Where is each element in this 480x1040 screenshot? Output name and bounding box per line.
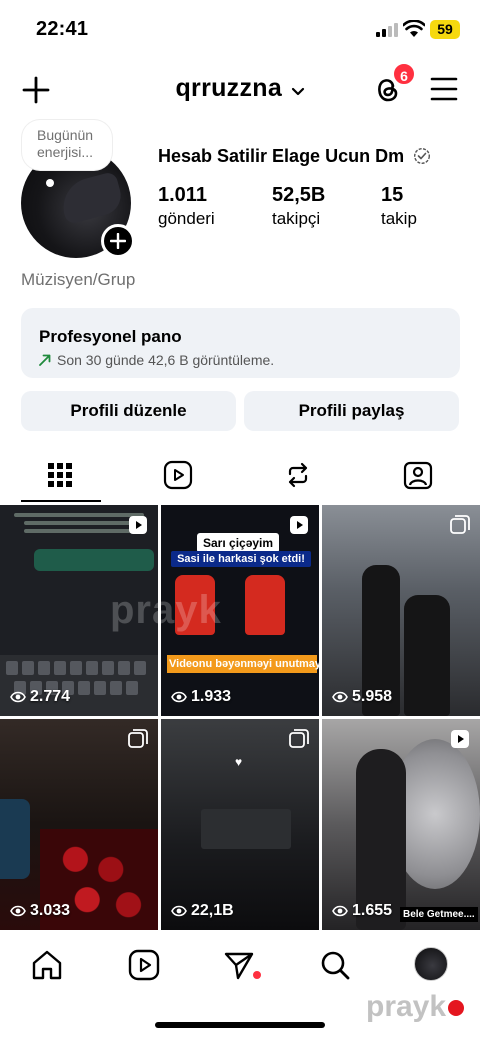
view-eye-icon — [332, 691, 348, 703]
views-count: 2.774 — [10, 688, 70, 706]
note-bubble-tail — [46, 179, 54, 187]
display-name-text: Hesab Satilir Elage Ucun Dm — [158, 146, 405, 166]
reels-icon[interactable] — [127, 948, 161, 982]
stage-chair — [245, 575, 285, 635]
verified-icon — [414, 147, 431, 165]
dashboard-subtitle: Son 30 günde 42,6 B görüntüleme. — [57, 352, 275, 368]
views-value: 1.655 — [352, 902, 393, 919]
profile-category: Müzisyen/Grup — [21, 270, 136, 289]
person-silhouette — [404, 595, 450, 716]
post-caption-mid: Sasi ile harkasi şok etdi! — [171, 551, 311, 567]
username[interactable]: qrruzzna — [175, 74, 282, 102]
reel-icon — [451, 730, 469, 748]
add-story-button[interactable] — [101, 224, 135, 258]
grid-post[interactable]: Bele Getmee.... 1.655 — [322, 719, 480, 930]
post-caption-bottom: Videonu bəyənməyi unutmayın — [167, 655, 319, 673]
stat-posts-value: 1.011 — [158, 184, 207, 206]
carousel-icon — [128, 729, 148, 748]
heart-icon: ♥ — [235, 755, 243, 769]
grid-post[interactable]: ♥ 22,1B — [161, 719, 319, 930]
reposts-icon — [288, 462, 308, 488]
grid-icon — [48, 463, 72, 487]
carousel-icon — [450, 515, 470, 534]
chat-text-line — [24, 529, 134, 533]
views-count: 3.033 — [10, 902, 70, 920]
post-caption-top: Sarı çiçəyim — [197, 533, 280, 553]
stat-followers-value: 52,5B — [272, 184, 326, 206]
keyboard-image — [0, 655, 158, 716]
views-count: 1.933 — [171, 688, 231, 706]
profile-avatar[interactable] — [414, 947, 448, 981]
tab-reposts[interactable] — [238, 448, 358, 504]
search-icon[interactable] — [318, 948, 352, 982]
views-value: 1.933 — [191, 688, 232, 705]
view-eye-icon — [171, 905, 187, 917]
building-silhouette — [201, 809, 291, 849]
professional-dashboard-card[interactable]: Profesyonel pano Son 30 günde 42,6 B gör… — [21, 308, 460, 378]
reel-icon — [129, 516, 147, 534]
car-screen — [0, 799, 30, 879]
views-value: 3.033 — [30, 902, 71, 919]
active-tab-indicator — [21, 500, 101, 502]
view-eye-icon — [332, 905, 348, 917]
tab-grid[interactable] — [0, 448, 120, 504]
stat-following-label: takip — [381, 209, 417, 228]
grid-post[interactable]: 5.958 — [322, 505, 480, 716]
brand-logo-dot — [448, 1000, 464, 1016]
tab-reels[interactable] — [120, 448, 240, 504]
reel-icon — [290, 516, 308, 534]
chat-bubble — [34, 549, 154, 571]
dashboard-title: Profesyonel pano — [39, 327, 182, 346]
views-value: 2.774 — [30, 688, 71, 705]
view-eye-icon — [10, 905, 26, 917]
plus-icon — [110, 233, 126, 249]
note-bubble[interactable]: Bugünün enerjisi... — [22, 120, 112, 170]
status-time: 22:41 — [36, 18, 89, 40]
stat-followers-label: takipçi — [272, 209, 321, 228]
profile-tabs — [0, 448, 480, 504]
posts-grid: 2.774 Sarı çiçəyim Sasi ile harkasi şok … — [0, 505, 480, 931]
send-icon[interactable] — [222, 948, 256, 982]
tab-tagged[interactable] — [360, 448, 480, 504]
reels-icon — [163, 460, 193, 490]
view-eye-icon — [171, 691, 187, 703]
display-name: Hesab Satilir Elage Ucun Dm — [158, 146, 431, 167]
trending-up-icon — [39, 354, 51, 366]
stat-posts[interactable]: 1.011 gönderi — [158, 184, 215, 229]
view-eye-icon — [10, 691, 26, 703]
menu-icon[interactable] — [430, 76, 458, 102]
stat-following[interactable]: 15 takip — [381, 184, 417, 229]
views-count: 22,1B — [171, 902, 234, 920]
avatar-photo-detail — [56, 170, 126, 226]
wifi-icon — [403, 20, 425, 37]
grid-post[interactable]: 3.033 — [0, 719, 158, 930]
chat-text-line — [14, 513, 144, 517]
edit-profile-button[interactable]: Profili düzenle — [21, 391, 236, 431]
stat-followers[interactable]: 52,5B takipçi — [272, 184, 325, 229]
stat-following-value: 15 — [381, 184, 404, 206]
stat-posts-label: gönderi — [158, 209, 215, 228]
views-value: 5.958 — [352, 688, 393, 705]
status-bar: 22:41 59 — [0, 0, 480, 58]
activity-dot — [253, 971, 261, 979]
chevron-down-icon[interactable] — [291, 87, 305, 97]
share-profile-button[interactable]: Profili paylaş — [244, 391, 459, 431]
tagged-icon — [403, 461, 433, 490]
home-icon[interactable] — [30, 948, 64, 982]
watermark: prayk — [110, 588, 222, 632]
views-value: 22,1B — [191, 902, 234, 919]
home-indicator[interactable] — [155, 1022, 325, 1028]
signal-icon — [376, 23, 398, 37]
post-caption-tag: Bele Getmee.... — [400, 907, 478, 922]
views-count: 5.958 — [332, 688, 392, 706]
battery-indicator: 59 — [430, 20, 460, 39]
views-count: 1.655 — [332, 902, 392, 920]
notification-badge: 6 — [392, 62, 416, 86]
carousel-icon — [289, 729, 309, 748]
chat-text-line — [24, 521, 144, 525]
brand-logo: prayk — [366, 990, 447, 1023]
bottom-nav — [0, 936, 480, 996]
profile-header: qrruzzna 6 — [0, 62, 480, 118]
dashboard-subtitle-row: Son 30 günde 42,6 B görüntüleme. — [39, 352, 460, 368]
